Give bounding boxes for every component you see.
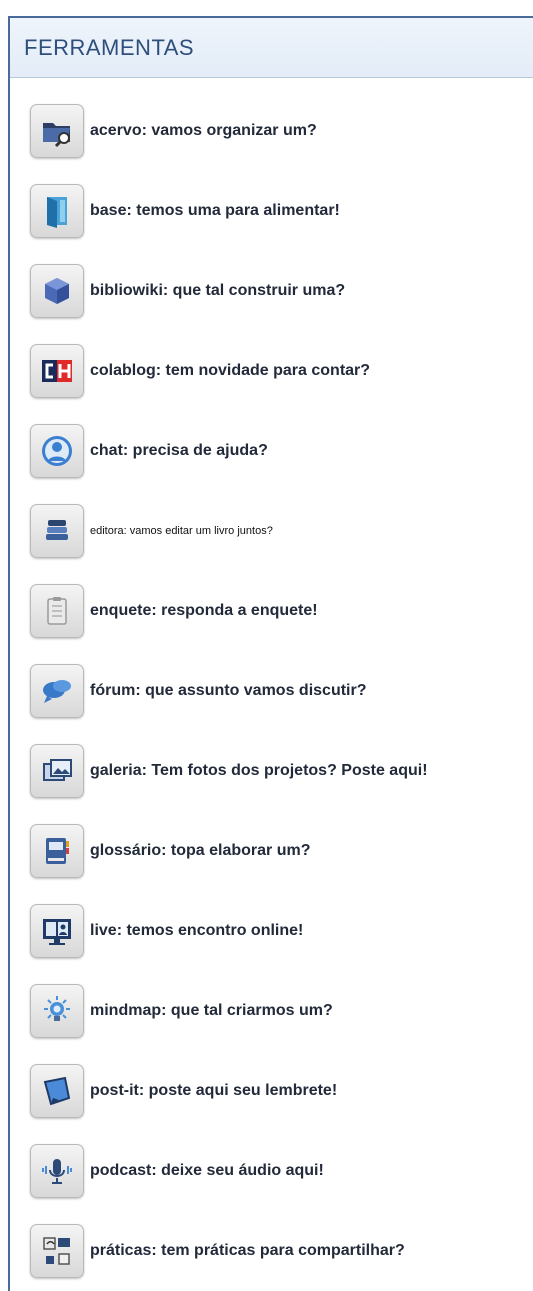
tool-item-bibliowiki[interactable]: bibliowiki: que tal construir uma?	[30, 263, 345, 319]
tool-item-enquete[interactable]: enquete: responda a enquete!	[30, 583, 318, 639]
tool-label: fórum: que assunto vamos discutir?	[90, 682, 367, 699]
tool-item-colablog[interactable]: colablog: tem novidade para contar?	[30, 343, 370, 399]
glossary-book-icon	[30, 824, 84, 878]
tool-label: mindmap: que tal criarmos um?	[90, 1002, 333, 1019]
speech-bubbles-icon	[30, 664, 84, 718]
tool-item-podcast[interactable]: podcast: deixe seu áudio aqui!	[30, 1143, 324, 1199]
tool-item-galeria[interactable]: galeria: Tem fotos dos projetos? Poste a…	[30, 743, 428, 799]
tool-item-editora[interactable]: editora: vamos editar um livro juntos?	[30, 503, 273, 559]
open-door-icon	[30, 184, 84, 238]
tool-item-mindmap[interactable]: mindmap: que tal criarmos um?	[30, 983, 333, 1039]
tools-panel: FERRAMENTAS acervo: vamos organizar um? …	[8, 16, 533, 1291]
tool-label: acervo: vamos organizar um?	[90, 122, 317, 139]
tool-item-glossario[interactable]: glossário: topa elaborar um?	[30, 823, 310, 879]
sticky-note-icon	[30, 1064, 84, 1118]
tool-item-forum[interactable]: fórum: que assunto vamos discutir?	[30, 663, 366, 719]
panel-title: FERRAMENTAS	[24, 34, 195, 60]
tool-label: podcast: deixe seu áudio aqui!	[90, 1162, 324, 1179]
tool-item-acervo[interactable]: acervo: vamos organizar um?	[30, 103, 317, 159]
media-tiles-icon	[30, 1224, 84, 1278]
tool-label: galeria: Tem fotos dos projetos? Poste a…	[90, 762, 428, 779]
tool-label: bibliowiki: que tal construir uma?	[90, 282, 346, 299]
tool-label: colablog: tem novidade para contar?	[90, 362, 371, 379]
ch-logo-icon	[30, 344, 84, 398]
photo-gallery-icon	[30, 744, 84, 798]
books-stack-icon	[30, 504, 84, 558]
tool-label: práticas: tem práticas para compartilhar…	[90, 1242, 405, 1259]
tool-label: post-it: poste aqui seu lembrete!	[90, 1082, 338, 1099]
tool-item-live[interactable]: live: temos encontro online!	[30, 903, 303, 959]
tool-label: editora: vamos editar um livro juntos?	[90, 525, 273, 537]
folder-search-icon	[30, 104, 84, 158]
tool-item-praticas[interactable]: práticas: tem práticas para compartilhar…	[30, 1223, 405, 1279]
tool-label: live: temos encontro online!	[90, 922, 304, 939]
lightbulb-icon	[30, 984, 84, 1038]
cube-icon	[30, 264, 84, 318]
tool-label: glossário: topa elaborar um?	[90, 842, 311, 859]
tool-label: base: temos uma para alimentar!	[90, 202, 340, 219]
tool-label: enquete: responda a enquete!	[90, 602, 318, 619]
tool-item-post-it[interactable]: post-it: poste aqui seu lembrete!	[30, 1063, 337, 1119]
tool-item-base[interactable]: base: temos uma para alimentar!	[30, 183, 340, 239]
clipboard-icon	[30, 584, 84, 638]
microphone-icon	[30, 1144, 84, 1198]
tool-label: chat: precisa de ajuda?	[90, 442, 268, 459]
panel-header: FERRAMENTAS	[10, 18, 533, 78]
live-screen-icon	[30, 904, 84, 958]
user-chat-icon	[30, 424, 84, 478]
tool-item-chat[interactable]: chat: precisa de ajuda?	[30, 423, 268, 479]
